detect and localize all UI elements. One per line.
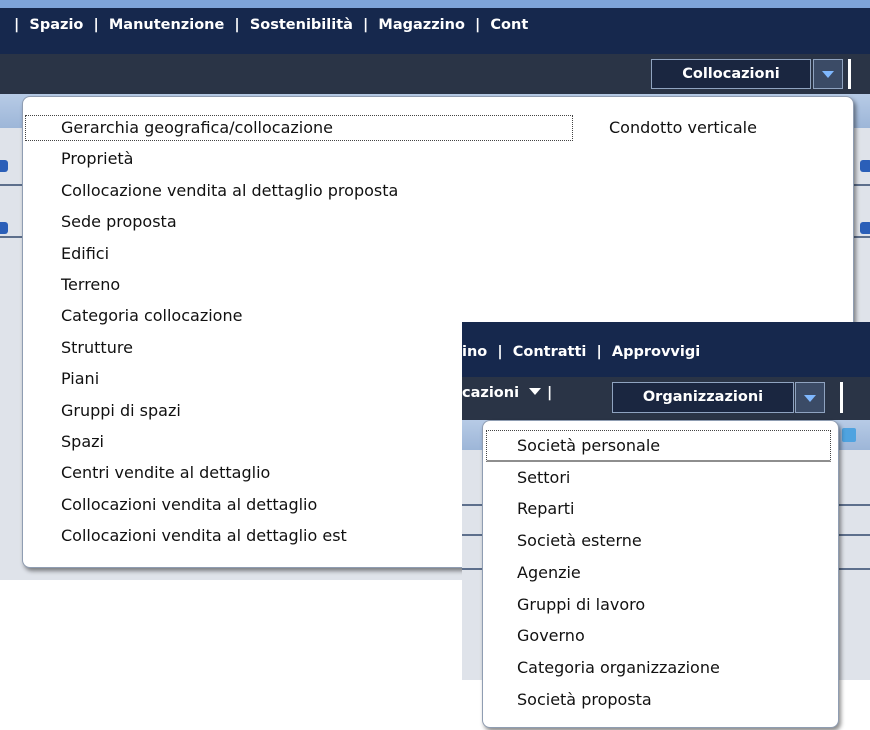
nav-top-strip [0,0,870,8]
menu-separator: | [547,385,553,401]
menu-item[interactable]: Proprietà [61,149,133,169]
expand-icon[interactable] [860,222,870,234]
menu-item[interactable]: Spazi [61,432,104,452]
organizzazioni-screen: ino | Contratti | Approvvigi cazioni | Or… [462,322,870,730]
menu-item[interactable]: Collocazioni vendita al dettaglio [61,495,317,515]
chevron-down-icon[interactable] [813,59,843,89]
expand-icon[interactable] [0,222,8,234]
collocazioni-menu-button[interactable]: Collocazioni [651,59,811,89]
collocazioni-menu-label: cazioni [462,385,520,401]
menu-item[interactable]: Sede proposta [61,212,177,232]
menu-item[interactable]: Società esterne [517,531,642,551]
menu-item[interactable]: Terreno [61,275,120,295]
menu-item-condotto-verticale[interactable]: Condotto verticale [609,118,757,137]
menu-item[interactable]: Governo [517,626,585,646]
menu-item[interactable]: Settori [517,468,570,488]
expand-icon[interactable] [0,160,8,172]
menu-item[interactable]: Gruppi di lavoro [517,595,645,615]
main-menu-items[interactable]: ino | Contratti | Approvvigi [462,344,700,360]
organizzazioni-menu-button[interactable]: Organizzazioni [612,382,794,413]
expand-icon[interactable] [860,160,870,172]
menu-item[interactable]: Società personale [517,436,660,456]
main-menu-items[interactable]: | Spazio | Manutenzione | Sostenibilità … [14,17,528,33]
menu-separator [840,382,843,413]
collocazioni-menu-button[interactable]: cazioni | [462,385,552,401]
organizzazioni-dropdown-menu: Società personale Settori Reparti Società e… [482,420,839,728]
menu-item[interactable]: Collocazione vendita al dettaglio propos… [61,181,398,201]
menu-item[interactable]: Reparti [517,499,575,519]
menu-item[interactable]: Società proposta [517,690,652,710]
menu-item[interactable]: Collocazioni vendita al dettaglio est [61,526,347,546]
menu-item[interactable]: Gerarchia geografica/collocazione [61,118,333,138]
menu-item[interactable]: Categoria organizzazione [517,658,720,678]
chevron-down-icon[interactable] [795,382,825,413]
menu-item[interactable]: Categoria collocazione [61,306,242,326]
menu-item[interactable]: Centri vendite al dettaglio [61,463,270,483]
menu-separator [848,59,851,89]
chevron-down-icon [529,388,542,395]
menu-item[interactable]: Edifici [61,244,109,264]
menu-item[interactable]: Strutture [61,338,133,358]
menu-item[interactable]: Piani [61,369,99,389]
menu-item[interactable]: Gruppi di spazi [61,401,181,421]
refresh-icon[interactable] [842,428,856,442]
menu-item[interactable]: Agenzie [517,563,581,583]
